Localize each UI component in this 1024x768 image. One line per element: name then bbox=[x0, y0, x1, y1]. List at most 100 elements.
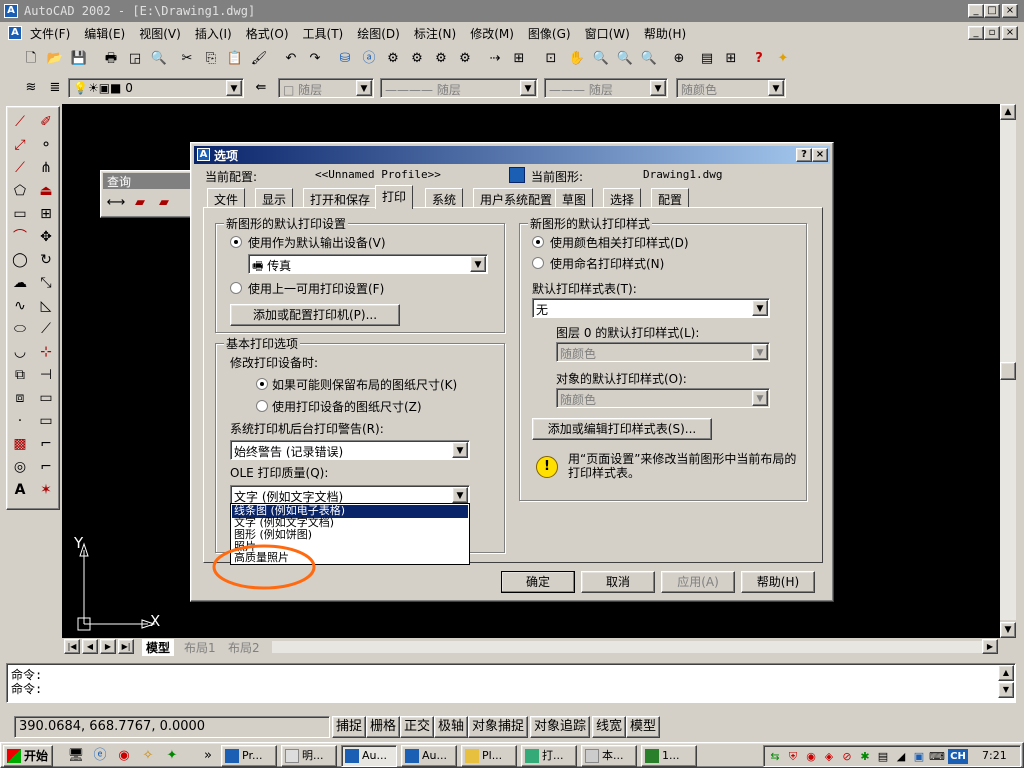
redraw-icon[interactable]: ⊡ bbox=[540, 48, 562, 70]
array-icon[interactable]: ⊞ bbox=[35, 203, 57, 225]
chevron-down-icon[interactable]: ▼ bbox=[452, 487, 468, 503]
chevron-down-icon[interactable]: ▼ bbox=[470, 256, 486, 272]
chevron-down-icon[interactable]: ▼ bbox=[752, 300, 768, 316]
tab-files[interactable]: 文件 bbox=[207, 188, 246, 208]
break-at-point-icon[interactable]: ▭ bbox=[35, 410, 57, 432]
menu-view[interactable]: 视图(V) bbox=[139, 25, 181, 42]
stretch-icon[interactable]: ◺ bbox=[35, 295, 57, 317]
dialog-help-button[interactable]: ? bbox=[796, 148, 812, 162]
find-icon[interactable]: 🔍 bbox=[148, 48, 170, 70]
status-ortho-button[interactable]: 正交 bbox=[400, 716, 435, 738]
last-tab-button[interactable]: ▶| bbox=[118, 639, 134, 654]
chamfer-icon[interactable]: ⌐ bbox=[35, 433, 57, 455]
region-icon[interactable]: ◎ bbox=[9, 456, 31, 478]
color-combo[interactable]: □ 随层 ▼ bbox=[278, 78, 374, 98]
command-scroll-down-button[interactable]: ▼ bbox=[998, 682, 1014, 698]
autocad-app-icon[interactable]: A bbox=[4, 4, 18, 18]
properties-icon[interactable]: ⚙ bbox=[382, 48, 404, 70]
chevron-down-icon[interactable]: ▼ bbox=[226, 80, 242, 96]
ie-icon[interactable]: ⓔ bbox=[89, 745, 111, 767]
next-tab-button[interactable]: ▶ bbox=[100, 639, 116, 654]
menu-file[interactable]: 文件(F) bbox=[30, 25, 70, 42]
menu-insert[interactable]: 插入(I) bbox=[195, 25, 232, 42]
chevron-down-icon[interactable]: ▼ bbox=[452, 442, 468, 458]
document-icon[interactable]: A bbox=[8, 26, 22, 40]
add-plotter-button[interactable]: 添加或配置打印机(P)... bbox=[230, 304, 400, 326]
device-select[interactable]: 🖷 传真 ▼ bbox=[248, 254, 488, 274]
tab-layout1[interactable]: 布局1 bbox=[180, 639, 220, 656]
rotate-icon[interactable]: ↻ bbox=[35, 249, 57, 271]
desktop-icon[interactable]: 🖥 bbox=[65, 745, 87, 767]
break-icon[interactable]: ▭ bbox=[35, 387, 57, 409]
tab-selection[interactable]: 选择 bbox=[603, 188, 642, 208]
revision-cloud-icon[interactable]: ☁ bbox=[9, 272, 31, 294]
ok-button[interactable]: 确定 bbox=[501, 571, 575, 593]
chevron-down-icon[interactable]: ▼ bbox=[650, 80, 666, 96]
task-button[interactable]: Pl... bbox=[461, 745, 517, 767]
radio-last-setting[interactable] bbox=[230, 282, 242, 294]
vertical-scrollbar-thumb[interactable] bbox=[1000, 362, 1016, 380]
paste-icon[interactable]: 📋 bbox=[224, 48, 246, 70]
menu-draw[interactable]: 绘图(D) bbox=[357, 25, 400, 42]
command-scroll-up-button[interactable]: ▲ bbox=[998, 665, 1014, 681]
new-icon[interactable]: 🗋 bbox=[20, 48, 42, 70]
command-window[interactable]: 命令: 命令: ▲ ▼ bbox=[6, 663, 1016, 703]
quicklaunch-expand-icon[interactable]: » bbox=[197, 745, 219, 767]
doc-restore-button[interactable]: ▫ bbox=[984, 26, 1000, 40]
undo-icon[interactable]: ↶ bbox=[280, 48, 302, 70]
properties-window-icon[interactable]: ▤ bbox=[696, 48, 718, 70]
explode-icon[interactable]: ✶ bbox=[35, 479, 57, 501]
zoom-window-icon[interactable]: 🔍 bbox=[614, 48, 636, 70]
quicklaunch-icon[interactable]: ✧ bbox=[137, 745, 159, 767]
spline-icon[interactable]: ∿ bbox=[9, 295, 31, 317]
zoom-previous-icon[interactable]: 🔍 bbox=[638, 48, 660, 70]
tab-display[interactable]: 显示 bbox=[255, 188, 294, 208]
ellipse-icon[interactable]: ⬭ bbox=[9, 318, 31, 340]
radio-color-dependent[interactable] bbox=[532, 236, 544, 248]
distance-query-icon[interactable]: ⟷ bbox=[105, 192, 127, 214]
menu-format[interactable]: 格式(O) bbox=[246, 25, 289, 42]
radio-use-device-paper-size[interactable] bbox=[256, 400, 268, 412]
cancel-button[interactable]: 取消 bbox=[581, 571, 655, 593]
doc-close-button[interactable]: × bbox=[1002, 26, 1018, 40]
tab-open-save[interactable]: 打开和保存 bbox=[303, 188, 378, 208]
offset-icon[interactable]: ⏏ bbox=[35, 180, 57, 202]
line-icon[interactable]: ⟋ bbox=[9, 111, 31, 133]
dialog-close-button[interactable]: × bbox=[812, 148, 828, 162]
hatch-icon[interactable]: ▩ bbox=[9, 433, 31, 455]
status-polar-button[interactable]: 极轴 bbox=[434, 716, 469, 738]
polyline-icon[interactable]: ⟋ bbox=[9, 157, 31, 179]
task-button[interactable]: 1... bbox=[641, 745, 697, 767]
linetype-combo[interactable]: ———— 随层 ▼ bbox=[380, 78, 538, 98]
polygon-icon[interactable]: ⬠ bbox=[9, 180, 31, 202]
menu-help[interactable]: 帮助(H) bbox=[644, 25, 686, 42]
redo-icon[interactable]: ↷ bbox=[304, 48, 326, 70]
radio-keep-paper-size[interactable] bbox=[256, 378, 268, 390]
circle-icon[interactable]: ◯ bbox=[9, 249, 31, 271]
tab-user-preferences[interactable]: 用户系统配置 bbox=[473, 188, 560, 208]
zoom-realtime-icon[interactable]: 🔍 bbox=[590, 48, 612, 70]
task-button[interactable]: 本... bbox=[581, 745, 637, 767]
tab-layout2[interactable]: 布局2 bbox=[224, 639, 264, 656]
menu-edit[interactable]: 编辑(E) bbox=[84, 25, 125, 42]
move-icon[interactable]: ✥ bbox=[35, 226, 57, 248]
task-button[interactable]: Au... bbox=[401, 745, 457, 767]
mass-properties-icon[interactable]: ▰ bbox=[153, 192, 175, 214]
cut-icon[interactable]: ✂ bbox=[176, 48, 198, 70]
scroll-down-button[interactable]: ▼ bbox=[1000, 622, 1016, 638]
point-icon[interactable]: · bbox=[9, 410, 31, 432]
apply-button[interactable]: 应用(A) bbox=[661, 571, 735, 593]
copy-object-icon[interactable]: ⚬ bbox=[35, 134, 57, 156]
status-osnap-button[interactable]: 对象捕捉 bbox=[468, 716, 529, 738]
chevron-down-icon[interactable]: ▼ bbox=[520, 80, 536, 96]
tab-profiles[interactable]: 配置 bbox=[651, 188, 690, 208]
save-icon[interactable]: 💾 bbox=[68, 48, 90, 70]
plotstyle-combo[interactable]: 随颜色 ▼ bbox=[676, 78, 786, 98]
insert-block-icon[interactable]: ⧉ bbox=[9, 364, 31, 386]
today-icon[interactable]: ✦ bbox=[772, 48, 794, 70]
spool-warning-select[interactable]: 始终警告 (记录错误) ▼ bbox=[230, 440, 470, 460]
zoom-extents-icon[interactable]: ⊕ bbox=[668, 48, 690, 70]
rectangle-icon[interactable]: ▭ bbox=[9, 203, 31, 225]
chevron-down-icon[interactable]: ▼ bbox=[768, 80, 784, 96]
ole-quality-select[interactable]: 文字 (例如文字文档) ▼ bbox=[230, 485, 470, 505]
